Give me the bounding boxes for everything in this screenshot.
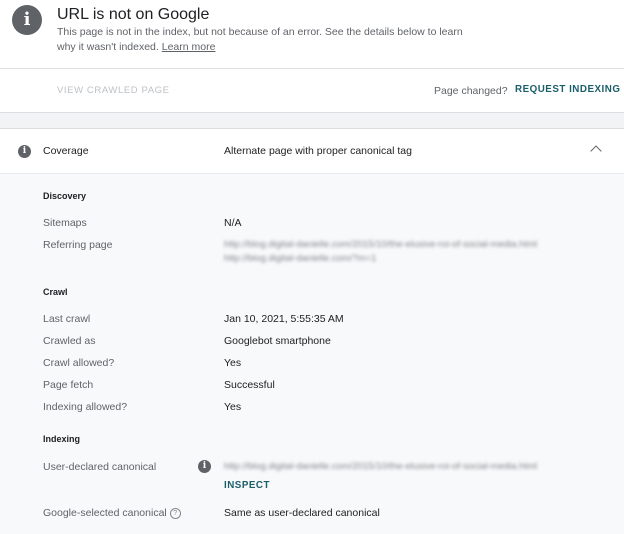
crawl-allowed-label: Crawl allowed? bbox=[43, 357, 115, 369]
page-fetch-label: Page fetch bbox=[43, 379, 94, 391]
last-crawl-value: Jan 10, 2021, 5:55:35 AM bbox=[224, 313, 344, 325]
page-fetch-value: Successful bbox=[224, 379, 275, 391]
user-canonical-label: User-declared canonical bbox=[43, 461, 157, 473]
coverage-header[interactable]: i Coverage Alternate page with proper ca… bbox=[0, 129, 624, 174]
help-icon[interactable]: ? bbox=[169, 507, 181, 519]
chevron-up-icon[interactable] bbox=[590, 145, 602, 157]
request-indexing-button[interactable]: REQUEST INDEXING bbox=[515, 84, 620, 95]
status-description: This page is not in the index, but not b… bbox=[57, 25, 467, 54]
referring-page-label: Referring page bbox=[43, 239, 113, 251]
page-changed-label: Page changed? bbox=[434, 85, 508, 97]
divider bbox=[0, 68, 624, 69]
coverage-label: Coverage bbox=[43, 145, 89, 157]
view-crawled-page-button[interactable]: VIEW CRAWLED PAGE bbox=[57, 85, 170, 96]
status-card: i URL is not on Google This page is not … bbox=[0, 0, 624, 113]
indexing-title: Indexing bbox=[43, 434, 81, 444]
crawled-as-label: Crawled as bbox=[43, 335, 96, 347]
crawl-title: Crawl bbox=[43, 287, 68, 297]
google-canonical-row: Google-selected canonical? bbox=[43, 507, 181, 519]
info-icon: i bbox=[18, 145, 31, 158]
google-canonical-label: Google-selected canonical bbox=[43, 507, 167, 519]
info-icon[interactable]: i bbox=[198, 460, 211, 473]
user-canonical-url[interactable]: http://blog.digital-danielle.com/2015/10… bbox=[224, 461, 537, 472]
info-icon: i bbox=[12, 5, 42, 35]
last-crawl-label: Last crawl bbox=[43, 313, 91, 325]
crawl-allowed-value: Yes bbox=[224, 357, 242, 369]
indexing-allowed-value: Yes bbox=[224, 401, 242, 413]
sitemaps-label: Sitemaps bbox=[43, 217, 87, 229]
discovery-title: Discovery bbox=[43, 191, 87, 201]
status-description-text: This page is not in the index, but not b… bbox=[57, 26, 463, 53]
crawled-as-value: Googlebot smartphone bbox=[224, 335, 331, 347]
coverage-value: Alternate page with proper canonical tag bbox=[224, 145, 412, 157]
status-title: URL is not on Google bbox=[57, 6, 210, 23]
learn-more-link[interactable]: Learn more bbox=[162, 41, 216, 53]
sitemaps-value: N/A bbox=[224, 217, 242, 229]
referring-page-url-1[interactable]: http://blog.digital-danielle.com/2015/10… bbox=[224, 239, 537, 250]
coverage-panel: i Coverage Alternate page with proper ca… bbox=[0, 128, 624, 534]
google-canonical-value: Same as user-declared canonical bbox=[224, 507, 380, 519]
referring-page-url-2[interactable]: http://blog.digital-danielle.com/?m=1 bbox=[224, 253, 376, 264]
indexing-allowed-label: Indexing allowed? bbox=[43, 401, 128, 413]
inspect-button[interactable]: INSPECT bbox=[224, 480, 270, 491]
